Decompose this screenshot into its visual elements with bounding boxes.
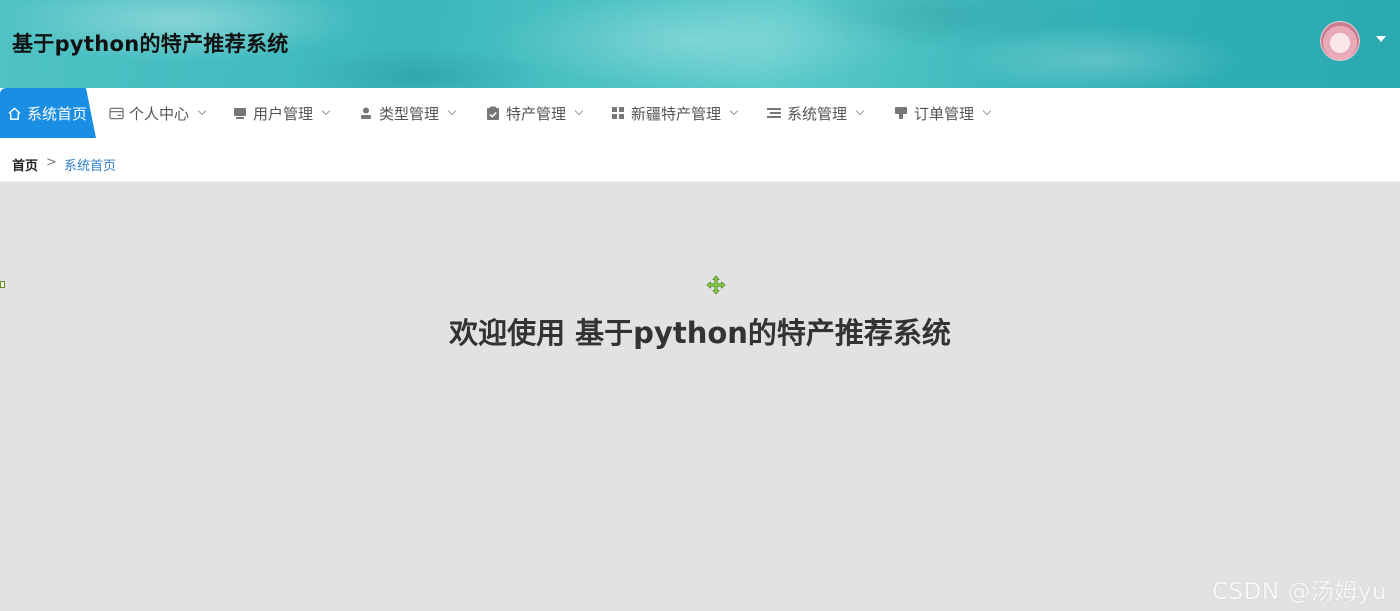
user-avatar[interactable] — [1320, 21, 1360, 61]
chevron-down-icon — [321, 106, 331, 116]
nav-item-xinjiang-specialty-management[interactable]: 新疆特产管理 — [610, 88, 739, 138]
top-header: 基于python的特产推荐系统 — [0, 0, 1400, 88]
nav-label: 新疆特产管理 — [631, 104, 722, 123]
nav-label: 类型管理 — [379, 104, 440, 123]
breadcrumb-home[interactable]: 首页 — [12, 155, 38, 174]
nav-item-specialty-management[interactable]: 特产管理 — [485, 88, 584, 138]
nav-item-personal-center[interactable]: 个人中心 — [108, 88, 207, 138]
nav-item-order-management[interactable]: 订单管理 — [893, 88, 992, 138]
breadcrumb-separator: > — [46, 155, 57, 170]
resize-handle[interactable] — [0, 281, 5, 288]
chevron-down-icon — [574, 106, 584, 116]
nav-item-home[interactable]: 系统首页 — [0, 88, 96, 138]
nav-label: 订单管理 — [914, 104, 975, 123]
breadcrumb-current: 系统首页 — [64, 159, 117, 174]
chevron-down-icon — [729, 106, 739, 116]
stamp-icon — [893, 105, 909, 121]
nav-item-type-management[interactable]: 类型管理 — [358, 88, 457, 138]
user-card-icon — [232, 105, 248, 121]
app-title: 基于python的特产推荐系统 — [12, 32, 289, 56]
nav-item-system-management[interactable]: 系统管理 — [766, 88, 865, 138]
clipboard-check-icon — [485, 105, 501, 121]
move-icon — [706, 275, 726, 295]
breadcrumb: 首页 > 系统首页 — [0, 138, 1400, 182]
wallet-icon — [108, 105, 124, 121]
nav-label: 系统首页 — [27, 104, 88, 123]
chevron-down-icon — [855, 106, 865, 116]
chevron-down-icon — [447, 106, 457, 116]
grid-icon — [610, 105, 626, 121]
watermark: CSDN @汤姆yu — [1212, 579, 1388, 605]
chevron-down-icon — [982, 106, 992, 116]
person-icon — [358, 105, 374, 121]
list-icon — [766, 105, 782, 121]
nav-label: 系统管理 — [787, 104, 848, 123]
nav-label: 特产管理 — [506, 104, 567, 123]
caret-down-icon[interactable] — [1376, 36, 1386, 42]
welcome-heading: 欢迎使用 基于python的特产推荐系统 — [449, 316, 951, 350]
nav-label: 个人中心 — [129, 104, 190, 123]
nav-item-user-management[interactable]: 用户管理 — [232, 88, 331, 138]
chevron-down-icon — [197, 106, 207, 116]
home-icon — [6, 105, 22, 121]
nav-label: 用户管理 — [253, 104, 314, 123]
main-nav: 系统首页 个人中心 用户管理 类型管理 特产管理 新疆特产管理 系统管理 订单管… — [0, 88, 1400, 138]
